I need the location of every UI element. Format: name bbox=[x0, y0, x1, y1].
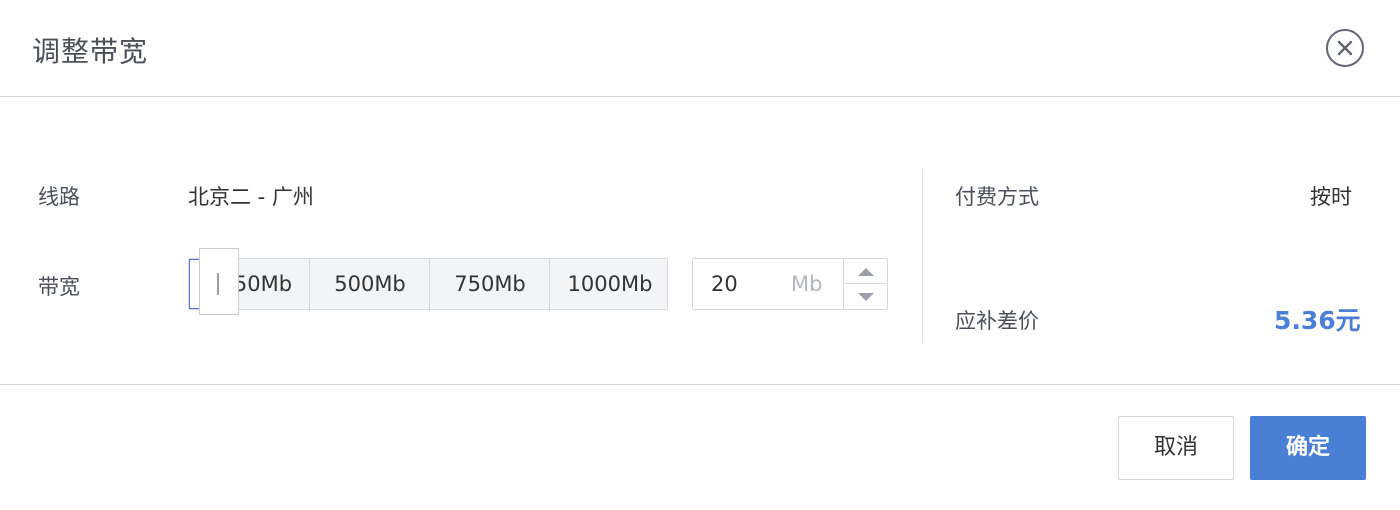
slider-mark-2[interactable]: 500Mb bbox=[310, 259, 430, 309]
bandwidth-value[interactable]: 20 bbox=[711, 259, 738, 309]
dialog-title: 调整带宽 bbox=[32, 35, 149, 68]
dialog-body: 线路 北京二 - 广州 带宽 50Mb 500Mb 750Mb 1000Mb 2… bbox=[0, 97, 1400, 385]
dialog-header: 调整带宽 bbox=[0, 0, 1400, 97]
decrement-button[interactable] bbox=[844, 284, 888, 309]
price-diff-value: 5.36元 bbox=[1274, 306, 1361, 335]
chevron-down-icon bbox=[858, 293, 874, 301]
slider-mark-4[interactable]: 1000Mb bbox=[550, 259, 670, 309]
adjust-bandwidth-dialog: 调整带宽 线路 北京二 - 广州 带宽 50Mb 500Mb 750Mb 100… bbox=[0, 0, 1400, 510]
cancel-button[interactable]: 取消 bbox=[1118, 416, 1234, 480]
bandwidth-unit: Mb bbox=[791, 272, 823, 296]
close-button[interactable] bbox=[1326, 29, 1364, 67]
price-diff-label: 应补差价 bbox=[955, 309, 1039, 333]
grip-icon bbox=[217, 273, 219, 295]
vertical-divider bbox=[922, 169, 923, 343]
bandwidth-slider[interactable]: 50Mb 500Mb 750Mb 1000Mb bbox=[188, 248, 670, 315]
confirm-button[interactable]: 确定 bbox=[1250, 416, 1366, 480]
bandwidth-input[interactable]: 20 Mb bbox=[692, 258, 888, 310]
payment-label: 付费方式 bbox=[955, 185, 1039, 209]
slider-handle[interactable] bbox=[199, 248, 239, 315]
line-value: 北京二 - 广州 bbox=[188, 185, 314, 209]
dialog-footer: 取消 确定 bbox=[0, 385, 1400, 510]
bandwidth-label: 带宽 bbox=[38, 275, 80, 299]
close-icon bbox=[1337, 40, 1353, 56]
payment-value: 按时 bbox=[1310, 185, 1352, 209]
increment-button[interactable] bbox=[844, 259, 888, 284]
stepper bbox=[843, 259, 888, 309]
chevron-up-icon bbox=[858, 268, 874, 276]
line-label: 线路 bbox=[38, 185, 80, 209]
slider-mark-3[interactable]: 750Mb bbox=[430, 259, 550, 309]
